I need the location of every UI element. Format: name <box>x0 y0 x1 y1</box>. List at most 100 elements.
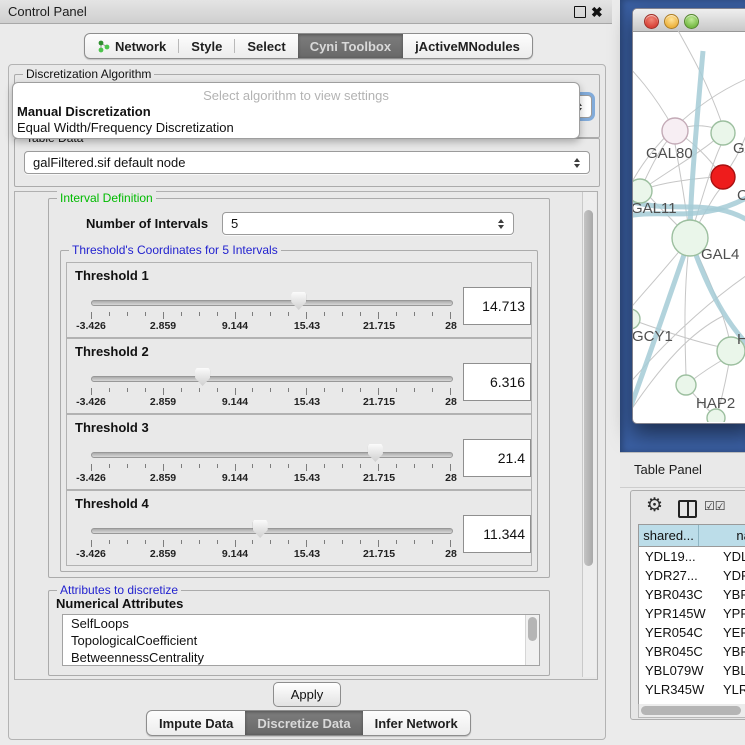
node-label: HAP2 <box>696 395 735 412</box>
cell-name: YBR0 <box>719 644 745 659</box>
network-canvas[interactable]: GAL80GACGAL11GAL4GCY1HHAP2 <box>633 31 745 422</box>
network-node-gcy1[interactable] <box>633 309 640 329</box>
threshold-label: Threshold 2 <box>75 344 149 359</box>
network-node-c[interactable] <box>711 165 735 189</box>
table-panel-title: Table Panel <box>634 453 702 487</box>
slider-thumb[interactable] <box>291 292 306 310</box>
tab-style[interactable]: Style <box>179 34 234 58</box>
table-row[interactable]: YDL19...YDL1 <box>639 547 745 566</box>
cell-shared-name: YDL19... <box>639 549 719 564</box>
table-row[interactable]: YDR27...YDR2 <box>639 566 745 585</box>
node-label: H <box>737 331 745 348</box>
column-header-0[interactable]: shared... <box>639 525 699 546</box>
slider-ticks <box>91 388 451 395</box>
slider-track[interactable] <box>91 300 453 306</box>
column-header-1[interactable]: na <box>699 525 745 546</box>
combo-arrows-icon <box>498 216 504 232</box>
threshold-value-field[interactable]: 14.713 <box>463 287 531 325</box>
table-row[interactable]: YBL079WYBL0 <box>639 661 745 680</box>
network-node-hap2[interactable] <box>676 375 696 395</box>
tab-label: Style <box>191 39 222 54</box>
table-data-value: galFiltered.sif default node <box>33 155 185 170</box>
network-window-titlebar[interactable] <box>633 9 745 32</box>
interval-definition-title: Interval Definition <box>57 191 156 205</box>
node-label: GCY1 <box>633 328 673 345</box>
dropdown-option-equal-width-frequency-discretization[interactable]: Equal Width/Frequency Discretization <box>17 120 234 135</box>
dropdown-hint: Select algorithm to view settings <box>13 88 579 103</box>
tab-infer-network[interactable]: Infer Network <box>363 711 470 735</box>
tab-network[interactable]: Network <box>85 34 178 58</box>
minimize-traffic-light-icon[interactable] <box>664 14 679 29</box>
table-row[interactable]: YLR345WYLR3 <box>639 680 745 699</box>
dropdown-option-manual-discretization[interactable]: Manual Discretization <box>17 104 151 119</box>
tab-label: jActiveMNodules <box>415 39 520 54</box>
table-data-combobox[interactable]: galFiltered.sif default node <box>24 151 590 174</box>
node-label: GAL11 <box>633 200 677 217</box>
network-node-ga[interactable] <box>711 121 735 145</box>
slider-track[interactable] <box>91 376 453 382</box>
zoom-traffic-light-icon[interactable] <box>684 14 699 29</box>
attribute-list-item[interactable]: SelfLoops <box>63 615 539 632</box>
tab-label: Select <box>247 39 285 54</box>
threshold-label: Threshold 4 <box>75 496 149 511</box>
cell-name: YDL1 <box>719 549 745 564</box>
table-panel-titlebar: Table Panel <box>620 452 745 488</box>
select-columns-icon[interactable]: ☑☑ <box>704 499 726 513</box>
tab-label: Cyni Toolbox <box>310 39 391 54</box>
node-label: GAL80 <box>646 145 693 162</box>
attribute-list-item[interactable]: BetweennessCentrality <box>63 649 539 666</box>
float-window-icon[interactable] <box>574 6 586 18</box>
number-of-intervals-combobox[interactable]: 5 <box>222 212 514 235</box>
close-icon[interactable]: ✖ <box>591 2 603 22</box>
threshold-label: Threshold 1 <box>75 268 149 283</box>
slider-track[interactable] <box>91 528 453 534</box>
threshold-value-field[interactable]: 6.316 <box>463 363 531 401</box>
screen: Control Panel ✖ Network Style Select Cyni T… <box>0 0 745 745</box>
network-icon <box>97 39 110 53</box>
table-row[interactable]: YBR043CYBR0 <box>639 585 745 604</box>
slider-tick-labels: -3.4262.8599.14415.4321.71528 <box>91 396 451 408</box>
attributes-list[interactable]: SelfLoopsTopologicalCoefficientBetweenne… <box>62 614 540 666</box>
slider-ticks <box>91 464 451 471</box>
list-scrollbar-thumb[interactable] <box>528 617 537 641</box>
gear-icon[interactable]: ⚙ <box>646 496 663 515</box>
table-header-row: shared...na <box>639 525 745 547</box>
scrollbar-thumb[interactable] <box>584 210 593 566</box>
threshold-panel: Threshold 1 -3.4262.8599.14415.4321.7152… <box>66 262 532 338</box>
list-scrollbar-track[interactable] <box>525 615 539 665</box>
tab-select[interactable]: Select <box>235 34 297 58</box>
table-row[interactable]: YPR145WYPR1 <box>639 604 745 623</box>
table-hscrollbar-thumb[interactable] <box>641 706 741 715</box>
tab-label: Impute Data <box>159 716 233 731</box>
tab-jactivemnodules[interactable]: jActiveMNodules <box>403 34 532 58</box>
tab-impute-data[interactable]: Impute Data <box>147 711 245 735</box>
control-panel-titlebar: Control Panel ✖ <box>0 0 612 24</box>
node-label: GA <box>733 140 745 157</box>
close-traffic-light-icon[interactable] <box>644 14 659 29</box>
tab-cyni-toolbox[interactable]: Cyni Toolbox <box>298 34 403 58</box>
threshold-value-field[interactable]: 11.344 <box>463 515 531 553</box>
network-node-gal80[interactable] <box>662 118 688 144</box>
node-table: shared...na YDL19...YDL1YDR27...YDR2YBR0… <box>638 524 745 706</box>
slider-ticks <box>91 540 451 547</box>
columns-icon[interactable] <box>678 500 697 518</box>
table-row[interactable]: YBR045CYBR0 <box>639 642 745 661</box>
cell-name: YER0 <box>719 625 745 640</box>
attribute-list-item[interactable]: TopologicalCoefficient <box>63 632 539 649</box>
table-row[interactable]: YER054CYER0 <box>639 623 745 642</box>
network-view-window[interactable]: GAL80GACGAL11GAL4GCY1HHAP2 <box>632 8 745 424</box>
tab-discretize-data[interactable]: Discretize Data <box>245 711 362 735</box>
threshold-value-field[interactable]: 21.4 <box>463 439 531 477</box>
cell-shared-name: YBR045C <box>639 644 719 659</box>
slider-thumb[interactable] <box>253 520 268 538</box>
attributes-group-title: Attributes to discretize <box>57 583 181 597</box>
tab-label: Discretize Data <box>257 716 350 731</box>
slider-thumb[interactable] <box>195 368 210 386</box>
slider-tick-labels: -3.4262.8599.14415.4321.71528 <box>91 320 451 332</box>
apply-button[interactable]: Apply <box>273 682 341 707</box>
cell-shared-name: YPR145W <box>639 606 719 621</box>
slider-thumb[interactable] <box>368 444 383 462</box>
slider-track[interactable] <box>91 452 453 458</box>
cell-name: YPR1 <box>719 606 745 621</box>
slider-tick-labels: -3.4262.8599.14415.4321.71528 <box>91 472 451 484</box>
